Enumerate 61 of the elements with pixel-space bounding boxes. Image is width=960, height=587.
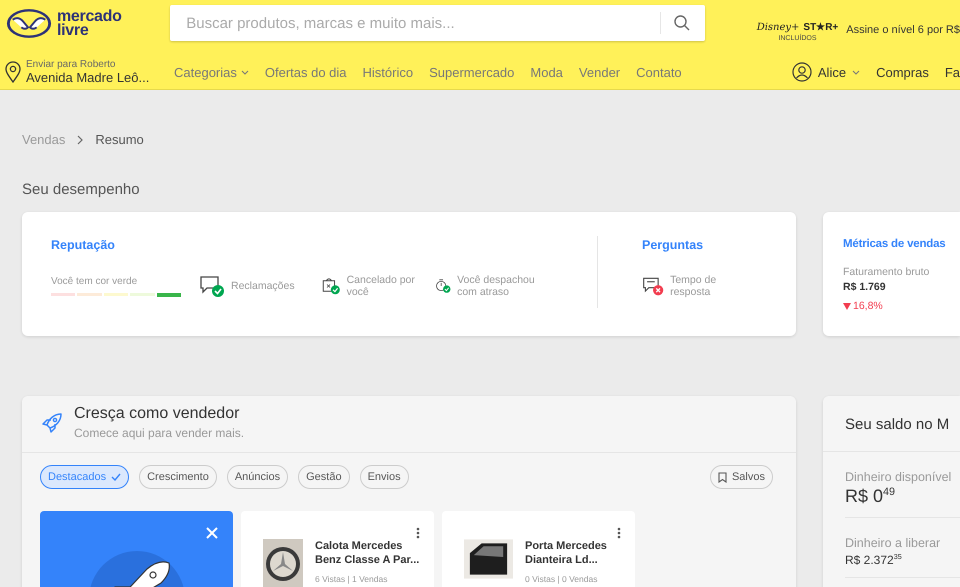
panel-title: Cresça como vendedor — [74, 405, 240, 423]
more-options-icon[interactable] — [416, 527, 420, 539]
user-menu[interactable]: Alice — [792, 62, 860, 82]
car-door-photo-placeholder — [464, 539, 513, 579]
nav-link[interactable]: Supermercado — [429, 64, 514, 80]
location-pin-icon — [5, 61, 21, 83]
nav-link[interactable]: Histórico — [362, 64, 414, 80]
header-link[interactable]: Fa — [944, 64, 960, 80]
checkmark-icon — [111, 473, 122, 481]
subscription-promo-text[interactable]: Assine o nível 6 por R$ — [846, 24, 960, 36]
saved-button[interactable]: Salvos — [710, 465, 773, 489]
metric-change: 16,8% — [843, 300, 960, 312]
section-title: Seu desempenho — [22, 181, 141, 198]
product-title: Porta Mercedes Dianteira Ld... — [525, 539, 608, 567]
more-options-icon[interactable] — [617, 527, 621, 539]
chevron-right-icon — [77, 134, 84, 144]
reputation-link[interactable]: Reputação — [51, 238, 597, 252]
reputation-caption: Você tem cor verde — [51, 276, 138, 286]
nav-link[interactable]: Vender — [578, 64, 620, 80]
product-stats: 0 Vistas | 0 Vendas — [525, 574, 598, 584]
rocket-icon — [40, 410, 64, 434]
balance-amount: R$ 0$^{49}$ — [845, 486, 896, 507]
product-card[interactable]: Porta Mercedes Dianteira Ld... 0 Vistas | 0 Vendas — [442, 511, 635, 587]
metrics-link[interactable]: Métricas de vendas — [843, 238, 960, 250]
nav-link[interactable]: Ofertas do dia — [264, 64, 347, 80]
metric-label: Tempo de resposta — [670, 274, 718, 298]
nav-link[interactable]: Moda — [530, 64, 563, 80]
logo-wordmark[interactable]: mercado livre — [57, 10, 122, 38]
metric-label: Reclamações — [231, 280, 295, 292]
hubcap-photo-placeholder — [263, 539, 303, 587]
user-avatar-icon — [792, 62, 812, 82]
bookmark-icon — [718, 472, 727, 482]
metric-label: Você despachou com atraso — [457, 274, 536, 298]
search-icon[interactable] — [672, 14, 691, 32]
balance-amount: R$ 2.372$^{35}$ — [845, 552, 903, 567]
panel-title: Seu saldo no M — [823, 396, 960, 452]
panel-subtitle: Comece aqui para vender mais. — [74, 426, 244, 440]
balance-label: Dinheiro disponível — [845, 470, 952, 484]
shipping-address-link[interactable]: Enviar para Roberto Avenida Madre Leô... — [5, 59, 169, 85]
close-icon[interactable] — [206, 527, 218, 539]
chevron-down-icon — [852, 70, 860, 74]
search-field[interactable]: Buscar produtos, marcas e muito mais... — [170, 5, 705, 41]
chevron-down-icon — [240, 70, 249, 74]
metric-label: Cancelado por você — [346, 274, 416, 298]
triangle-down-icon — [843, 302, 851, 310]
metric-label: Faturamento bruto — [843, 266, 930, 278]
product-card[interactable]: Calota Mercedes Benz Classe A Par... 6 Vistas | 1 Vendas — [241, 511, 434, 587]
filter-chip[interactable]: Gestão — [298, 465, 350, 489]
header-link[interactable]: Compras — [876, 64, 929, 80]
nav-link[interactable]: Categorias — [174, 64, 249, 80]
filter-chip[interactable]: Crescimento — [139, 465, 217, 489]
product-stats: 6 Vistas | 1 Vendas — [315, 574, 388, 584]
breadcrumb-current: Resumo — [95, 132, 144, 147]
nav-link[interactable]: Contato — [636, 64, 682, 80]
questions-link[interactable]: Perguntas — [642, 238, 746, 252]
balance-label: Dinheiro a liberar — [845, 536, 942, 550]
handshake-logo-icon[interactable] — [5, 7, 53, 40]
metric-value: R$ 1.769 — [843, 281, 887, 293]
filter-chip[interactable]: Envios — [360, 465, 409, 489]
product-title: Calota Mercedes Benz Classe A Par... — [315, 539, 420, 567]
filter-chip[interactable]: Anúncios — [226, 465, 288, 489]
